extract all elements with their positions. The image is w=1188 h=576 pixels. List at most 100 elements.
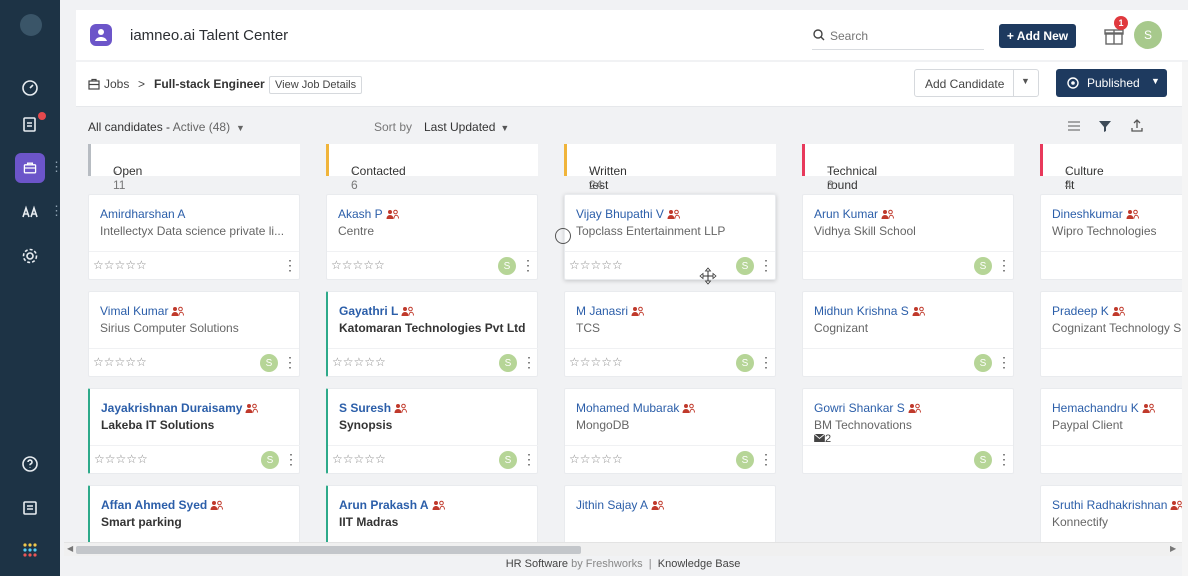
card-menu-icon[interactable]: ⋮ — [759, 256, 773, 274]
assignee-avatar[interactable]: S — [736, 451, 754, 469]
card-menu-icon[interactable]: ⋮ — [521, 256, 535, 274]
candidate-name[interactable]: Affan Ahmed Syed — [101, 498, 224, 512]
scroll-right-arrow-icon[interactable]: ▶ — [1170, 544, 1176, 553]
rating-stars[interactable]: ☆☆☆☆☆ — [332, 355, 386, 369]
candidate-card[interactable]: Gowri Shankar S BM Technovations 2 S ⋮ — [802, 388, 1014, 474]
help-icon[interactable] — [0, 446, 60, 482]
assignee-avatar[interactable]: S — [499, 451, 517, 469]
assignee-avatar[interactable]: S — [499, 354, 517, 372]
candidates-more-icon[interactable]: ⋮ — [50, 204, 63, 218]
rating-stars[interactable]: ☆☆☆☆☆ — [569, 355, 623, 369]
search-input[interactable] — [830, 26, 980, 46]
add-candidate-dropdown[interactable]: Add Candidate ▼ — [914, 69, 1039, 97]
candidate-name[interactable]: Arun Prakash A — [339, 498, 445, 512]
candidate-card[interactable]: Jayakrishnan Duraisamy Lakeba IT Solutio… — [88, 388, 300, 474]
candidate-name[interactable]: Hemachandru K — [1052, 401, 1155, 415]
candidate-card[interactable]: Midhun Krishna S Cognizant S ⋮ — [802, 291, 1014, 377]
sort-dropdown[interactable]: Last Updated ▼ — [424, 120, 509, 134]
assignee-avatar[interactable]: S — [260, 354, 278, 372]
candidate-card[interactable]: M Janasri TCS ☆☆☆☆☆ S ⋮ — [564, 291, 776, 377]
search-box[interactable] — [812, 24, 984, 50]
candidate-name[interactable]: Amirdharshan A — [100, 207, 185, 221]
scroll-left-arrow-icon[interactable]: ◀ — [67, 544, 73, 553]
breadcrumb-jobs-link[interactable]: Jobs — [104, 77, 129, 91]
apps-grid-icon[interactable] — [0, 532, 60, 568]
candidate-card[interactable]: Jithin Sajay A — [564, 485, 776, 542]
candidate-name[interactable]: Midhun Krishna S — [814, 304, 925, 318]
candidate-name[interactable]: Vijay Bhupathi V — [576, 207, 680, 221]
candidate-name[interactable]: Vimal Kumar — [100, 304, 185, 318]
rating-stars[interactable]: ☆☆☆☆☆ — [93, 258, 147, 272]
rating-stars[interactable]: ☆☆☆☆☆ — [93, 355, 147, 369]
candidate-name[interactable]: Dineshkumar — [1052, 207, 1139, 221]
card-menu-icon[interactable]: ⋮ — [759, 450, 773, 468]
email-count[interactable]: 2 — [813, 433, 831, 445]
stage-header-open[interactable]: Open - 11 — [88, 144, 300, 192]
candidate-name[interactable]: Jithin Sajay A — [576, 498, 665, 512]
org-logo[interactable] — [20, 14, 42, 36]
card-menu-icon[interactable]: ⋮ — [522, 450, 536, 468]
assignee-avatar[interactable]: S — [974, 257, 992, 275]
candidate-name[interactable]: Jayakrishnan Duraisamy — [101, 401, 259, 415]
candidate-name[interactable]: Arun Kumar — [814, 207, 895, 221]
dashboard-icon[interactable] — [0, 70, 60, 106]
card-menu-icon[interactable]: ⋮ — [759, 353, 773, 371]
assignee-avatar[interactable]: S — [974, 354, 992, 372]
candidate-card[interactable]: Pradeep K Cognizant Technology S — [1040, 291, 1188, 377]
card-menu-icon[interactable]: ⋮ — [283, 353, 297, 371]
candidate-card[interactable]: Gayathri L Katomaran Technologies Pvt Lt… — [326, 291, 538, 377]
list-view-icon[interactable] — [1066, 118, 1082, 134]
settings-gear-icon[interactable] — [0, 238, 60, 274]
candidate-name[interactable]: Mohamed Mubarak — [576, 401, 696, 415]
view-job-details-button[interactable]: View Job Details — [269, 76, 363, 94]
card-menu-icon[interactable]: ⋮ — [997, 353, 1011, 371]
assignee-avatar[interactable]: S — [736, 257, 754, 275]
assignee-avatar[interactable]: S — [736, 354, 754, 372]
candidate-card[interactable]: Mohamed Mubarak MongoDB ☆☆☆☆☆ S ⋮ — [564, 388, 776, 474]
candidate-card[interactable]: Akash P Centre ☆☆☆☆☆ S ⋮ — [326, 194, 538, 280]
horizontal-scrollbar[interactable]: ◀ ▶ — [64, 542, 1182, 556]
card-menu-icon[interactable]: ⋮ — [997, 256, 1011, 274]
card-menu-icon[interactable]: ⋮ — [283, 256, 297, 274]
stage-header-contacted[interactable]: Contacted - 6 — [326, 144, 538, 192]
candidate-card[interactable]: Hemachandru K Paypal Client — [1040, 388, 1188, 474]
candidate-name[interactable]: Pradeep K — [1052, 304, 1125, 318]
rating-stars[interactable]: ☆☆☆☆☆ — [94, 452, 148, 466]
rating-stars[interactable]: ☆☆☆☆☆ — [569, 258, 623, 272]
candidate-filter-dropdown[interactable]: All candidates - Active (48) ▼ — [88, 120, 245, 134]
candidate-card[interactable]: S Suresh Synopsis ☆☆☆☆☆ S ⋮ — [326, 388, 538, 474]
scrollbar-thumb[interactable] — [76, 546, 581, 554]
stage-header-written-test[interactable]: Written test - 24 — [564, 144, 776, 192]
assignee-avatar[interactable]: S — [974, 451, 992, 469]
rating-stars[interactable]: ☆☆☆☆☆ — [332, 452, 386, 466]
tasks-icon[interactable] — [0, 106, 60, 142]
assignee-avatar[interactable]: S — [498, 257, 516, 275]
vertical-scrollbar[interactable] — [1182, 62, 1188, 576]
rating-stars[interactable]: ☆☆☆☆☆ — [331, 258, 385, 272]
footer-product-link[interactable]: HR Software — [506, 558, 568, 570]
card-menu-icon[interactable]: ⋮ — [997, 450, 1011, 468]
candidate-name[interactable]: Gowri Shankar S — [814, 401, 921, 415]
candidate-card[interactable]: Arun Prakash A IIT Madras — [326, 485, 538, 542]
candidate-name[interactable]: S Suresh — [339, 401, 408, 415]
chevron-down-icon[interactable]: ▼ — [1021, 76, 1030, 86]
rating-stars[interactable]: ☆☆☆☆☆ — [569, 452, 623, 466]
stage-header-culture-fit-round[interactable]: Culture fit round - 4 — [1040, 144, 1188, 206]
assignee-avatar[interactable]: S — [261, 451, 279, 469]
candidate-card[interactable]: Sruthi Radhakrishnan Konnectify — [1040, 485, 1188, 542]
candidate-card[interactable]: Dineshkumar Wipro Technologies — [1040, 194, 1188, 280]
candidate-name[interactable]: Sruthi Radhakrishnan — [1052, 498, 1184, 512]
candidate-card[interactable]: Affan Ahmed Syed Smart parking — [88, 485, 300, 542]
chat-icon[interactable] — [0, 490, 60, 526]
user-avatar[interactable]: S — [1134, 21, 1162, 49]
candidate-name[interactable]: Akash P — [338, 207, 399, 221]
candidate-card[interactable]: Vimal Kumar Sirius Computer Solutions ☆☆… — [88, 291, 300, 377]
add-candidate-button[interactable]: Add Candidate — [925, 77, 1004, 91]
export-icon[interactable] — [1129, 118, 1145, 134]
published-status-button[interactable]: Published ▼ — [1056, 69, 1167, 97]
add-new-button[interactable]: + Add New — [999, 24, 1076, 48]
candidate-name[interactable]: M Janasri — [576, 304, 645, 318]
card-menu-icon[interactable]: ⋮ — [284, 450, 298, 468]
jobs-more-icon[interactable]: ⋮ — [50, 160, 63, 174]
stage-header-technical-round[interactable]: Technical round - 3 — [802, 144, 1014, 192]
